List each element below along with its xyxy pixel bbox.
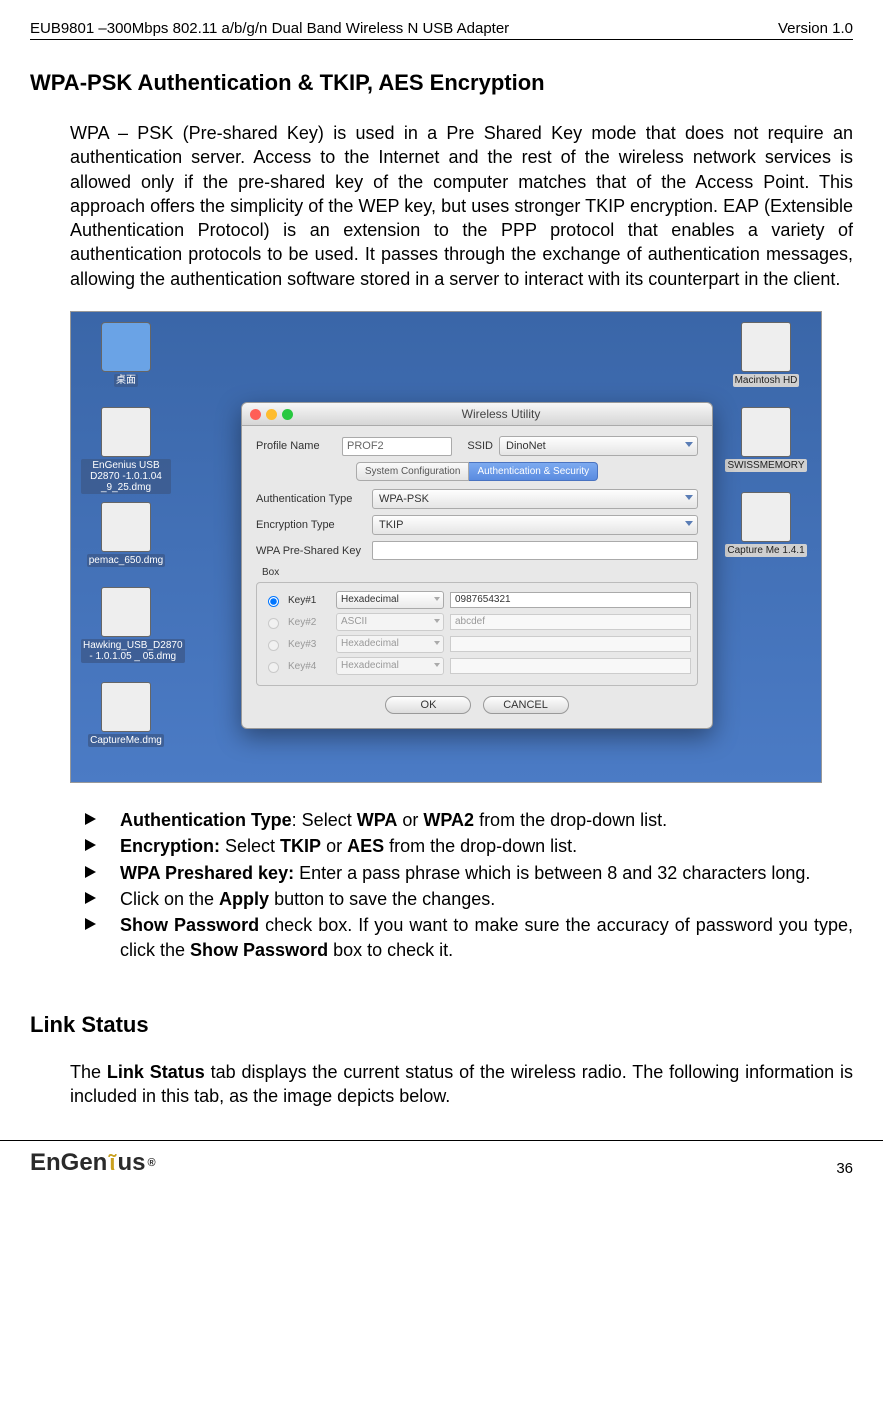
key3-label: Key#3 — [288, 639, 330, 650]
key4-label: Key#4 — [288, 661, 330, 672]
key2-type-select: ASCII — [336, 613, 444, 631]
key1-type-select[interactable]: Hexadecimal — [336, 591, 444, 609]
key3-type-select: Hexadecimal — [336, 635, 444, 653]
desktop-icon-label: Capture Me 1.4.1 — [725, 544, 806, 557]
desktop-app-icon: Capture Me 1.4.1 — [721, 492, 811, 557]
section2-paragraph: The Link Status tab displays the current… — [70, 1060, 853, 1109]
desktop-icon-label: SWISSMEMORY — [725, 459, 806, 472]
file-icon — [101, 502, 151, 552]
engenius-logo: EnGenῖus® — [30, 1149, 156, 1177]
profile-name-field[interactable]: PROF2 — [342, 437, 452, 456]
key3-radio — [268, 640, 279, 651]
psk-label: WPA Pre-Shared Key — [256, 545, 366, 557]
key3-value-field — [450, 636, 691, 652]
section-title-wpa: WPA-PSK Authentication & TKIP, AES Encry… — [30, 70, 853, 96]
window-title: Wireless Utility — [298, 407, 704, 421]
file-icon — [101, 407, 151, 457]
tab-auth-security[interactable]: Authentication & Security — [469, 462, 598, 481]
desktop-icon-label: CaptureMe.dmg — [88, 734, 164, 747]
bullet-apply: Click on the Apply button to save the ch… — [85, 887, 853, 911]
desktop-dmg-icon: CaptureMe.dmg — [81, 682, 171, 747]
header-right: Version 1.0 — [778, 20, 853, 37]
wireless-utility-window: Wireless Utility Profile Name PROF2 SSID… — [241, 402, 713, 729]
ssid-select[interactable]: DinoNet — [499, 436, 698, 456]
file-icon — [101, 682, 151, 732]
ssid-label: SSID — [458, 440, 493, 452]
profile-name-label: Profile Name — [256, 440, 336, 452]
key2-label: Key#2 — [288, 617, 330, 628]
desktop-folder-icon: 桌面 — [81, 322, 171, 387]
page-footer: EnGenῖus® 36 — [0, 1140, 883, 1192]
psk-field[interactable] — [372, 541, 698, 560]
drive-icon — [741, 407, 791, 457]
app-icon — [741, 492, 791, 542]
bullet-list: Authentication Type: Select WPA or WPA2 … — [85, 808, 853, 962]
cancel-button[interactable]: CANCEL — [483, 696, 569, 714]
drive-icon — [741, 322, 791, 372]
key4-type-select: Hexadecimal — [336, 657, 444, 675]
bullet-auth-type: Authentication Type: Select WPA or WPA2 … — [85, 808, 853, 832]
desktop-icon-label: Hawking_USB_D2870 - 1.0.1.05 _ 05.dmg — [81, 639, 185, 663]
section1-paragraph: WPA – PSK (Pre-shared Key) is used in a … — [70, 121, 853, 291]
ok-button[interactable]: OK — [385, 696, 471, 714]
header-left: EUB9801 –300Mbps 802.11 a/b/g/n Dual Ban… — [30, 20, 509, 37]
section-title-link-status: Link Status — [30, 1012, 853, 1038]
desktop-icon-label: EnGenius USB D2870 -1.0.1.04 _9_25.dmg — [81, 459, 171, 494]
encryption-type-label: Encryption Type — [256, 519, 366, 531]
encryption-type-select[interactable]: TKIP — [372, 515, 698, 535]
desktop-icon-label: pemac_650.dmg — [87, 554, 166, 567]
bullet-show-password: Show Password check box. If you want to … — [85, 913, 853, 962]
key2-value-field: abcdef — [450, 614, 691, 630]
zoom-icon[interactable] — [282, 409, 293, 420]
file-icon — [101, 587, 151, 637]
key2-radio — [268, 618, 279, 629]
wep-key-group: Key#1 Hexadecimal 0987654321 Key#2 ASCII… — [256, 582, 698, 686]
key4-radio — [268, 662, 279, 673]
auth-type-label: Authentication Type — [256, 493, 366, 505]
auth-type-select[interactable]: WPA-PSK — [372, 489, 698, 509]
desktop-dmg-icon: Hawking_USB_D2870 - 1.0.1.05 _ 05.dmg — [81, 587, 171, 663]
window-titlebar: Wireless Utility — [242, 403, 712, 426]
tab-system-config[interactable]: System Configuration — [356, 462, 470, 481]
key1-radio[interactable] — [268, 596, 279, 607]
key4-value-field — [450, 658, 691, 674]
minimize-icon[interactable] — [266, 409, 277, 420]
desktop-icon-label: Macintosh HD — [733, 374, 800, 387]
desktop-drive-icon: SWISSMEMORY — [721, 407, 811, 472]
page-number: 36 — [836, 1160, 853, 1177]
close-icon[interactable] — [250, 409, 261, 420]
box-label: Box — [262, 567, 279, 578]
desktop-icon-label: 桌面 — [114, 374, 138, 387]
folder-icon — [101, 322, 151, 372]
desktop-dmg-icon: EnGenius USB D2870 -1.0.1.04 _9_25.dmg — [81, 407, 171, 494]
desktop-drive-icon: Macintosh HD — [721, 322, 811, 387]
bullet-preshared-key: WPA Preshared key: Enter a pass phrase w… — [85, 861, 853, 885]
desktop-dmg-icon: pemac_650.dmg — [81, 502, 171, 567]
logo-swirl-icon: ῖ — [109, 1150, 115, 1176]
page-header: EUB9801 –300Mbps 802.11 a/b/g/n Dual Ban… — [30, 20, 853, 40]
mac-screenshot: 桌面 EnGenius USB D2870 -1.0.1.04 _9_25.dm… — [70, 311, 822, 783]
bullet-encryption: Encryption: Select TKIP or AES from the … — [85, 834, 853, 858]
key1-value-field[interactable]: 0987654321 — [450, 592, 691, 608]
key1-label: Key#1 — [288, 595, 330, 606]
